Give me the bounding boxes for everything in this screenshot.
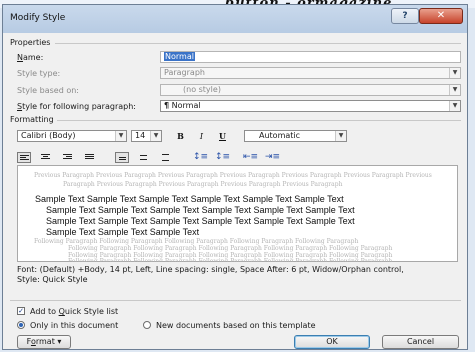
font-color-value: Automatic [259, 131, 301, 140]
style-description: Font: (Default) +Body, 14 pt, Left, Line… [17, 265, 462, 285]
style-type-label: Style type: [17, 69, 61, 78]
options-divider [10, 300, 461, 301]
underline-button[interactable]: U [217, 131, 228, 142]
decrease-spacing-icon[interactable]: ↕≡ [215, 152, 230, 163]
following-style-value: Normal [171, 101, 201, 110]
name-label: Name: [17, 53, 44, 62]
chevron-down-icon: ▼ [115, 131, 126, 141]
following-paragraph-line: Following Paragraph Following Paragraph … [68, 245, 393, 252]
sample-text-line: Sample Text Sample Text Sample Text Samp… [46, 216, 355, 226]
new-documents-label[interactable]: New documents based on this template [156, 321, 316, 330]
name-field[interactable]: Normal [160, 51, 461, 63]
style-based-on-label: Style based on: [17, 86, 79, 95]
properties-section-label: Properties [10, 38, 51, 47]
style-type-value: Paragraph [164, 68, 205, 77]
chevron-down-icon: ▼ [150, 131, 161, 141]
formatting-divider [57, 120, 461, 121]
previous-paragraph-line: Paragraph Previous Paragraph Previous Pa… [63, 181, 343, 188]
chevron-down-icon: ▼ [449, 85, 460, 95]
style-type-select: Paragraph ▼ [160, 67, 461, 79]
style-based-on-value: (no style) [183, 85, 221, 94]
font-name-value: Calibri (Body) [21, 131, 76, 140]
properties-divider [55, 43, 461, 44]
chevron-down-icon: ▼ [449, 68, 460, 78]
following-paragraph-line: Following Paragraph Following Paragraph … [68, 258, 393, 262]
modify-style-dialog: Modify Style ? ✕ Properties Name: Normal… [2, 4, 468, 350]
only-this-document-label[interactable]: Only in this document [30, 321, 118, 330]
close-button[interactable]: ✕ [419, 8, 463, 24]
style-description-line: Font: (Default) +Body, 14 pt, Left, Line… [17, 265, 404, 274]
sample-text-line: Sample Text Sample Text Sample Text Samp… [35, 194, 344, 204]
new-documents-radio[interactable] [143, 321, 151, 329]
justify-icon[interactable] [83, 152, 97, 163]
previous-paragraph-line: Previous Paragraph Previous Paragraph Pr… [34, 172, 432, 179]
font-name-select[interactable]: Calibri (Body) ▼ [17, 130, 127, 142]
dialog-title: Modify Style [10, 13, 66, 23]
sample-text-line: Sample Text Sample Text Sample Text [46, 227, 200, 237]
increase-indent-icon[interactable]: ⇥≡ [265, 152, 280, 163]
add-quick-style-label[interactable]: Add to Quick Style list [30, 307, 118, 316]
style-based-on-select: (no style) ▼ [160, 84, 461, 96]
increase-spacing-icon[interactable]: ↕≡ [193, 152, 208, 163]
align-center-icon[interactable] [39, 152, 53, 163]
align-left-icon[interactable] [17, 152, 31, 163]
format-button[interactable]: Format ▾ [17, 335, 71, 349]
double-spacing-icon[interactable] [159, 152, 173, 163]
single-spacing-icon[interactable] [115, 152, 129, 163]
align-right-icon[interactable] [61, 152, 75, 163]
ok-button[interactable]: OK [294, 335, 370, 349]
decrease-indent-icon[interactable]: ⇤≡ [243, 152, 258, 163]
help-button[interactable]: ? [391, 8, 419, 24]
bold-button[interactable]: B [175, 131, 186, 142]
cancel-button[interactable]: Cancel [382, 335, 459, 349]
following-paragraph-line: Following Paragraph Following Paragraph … [34, 238, 359, 245]
italic-button[interactable]: I [196, 131, 207, 142]
chevron-down-icon: ▼ [449, 101, 460, 111]
name-value: Normal [164, 52, 195, 61]
following-style-label: Style for following paragraph: [17, 102, 136, 111]
following-style-select[interactable]: ¶ Normal ▼ [160, 100, 461, 112]
formatting-section-label: Formatting [10, 115, 54, 124]
paragraph-mark-icon: ¶ [164, 101, 170, 110]
font-size-select[interactable]: 14 ▼ [131, 130, 162, 142]
style-description-line: Style: Quick Style [17, 275, 88, 284]
font-color-select[interactable]: Automatic ▼ [244, 130, 347, 142]
chevron-down-icon: ▼ [335, 131, 346, 141]
one-half-spacing-icon[interactable] [137, 152, 151, 163]
add-quick-style-checkbox[interactable]: ✓ [17, 307, 25, 315]
font-size-value: 14 [135, 131, 146, 140]
title-bar[interactable]: Modify Style ? ✕ [3, 5, 467, 33]
style-preview-pane: Previous Paragraph Previous Paragraph Pr… [17, 165, 458, 262]
sample-text-line: Sample Text Sample Text Sample Text Samp… [46, 205, 355, 215]
only-this-document-radio[interactable] [17, 321, 25, 329]
